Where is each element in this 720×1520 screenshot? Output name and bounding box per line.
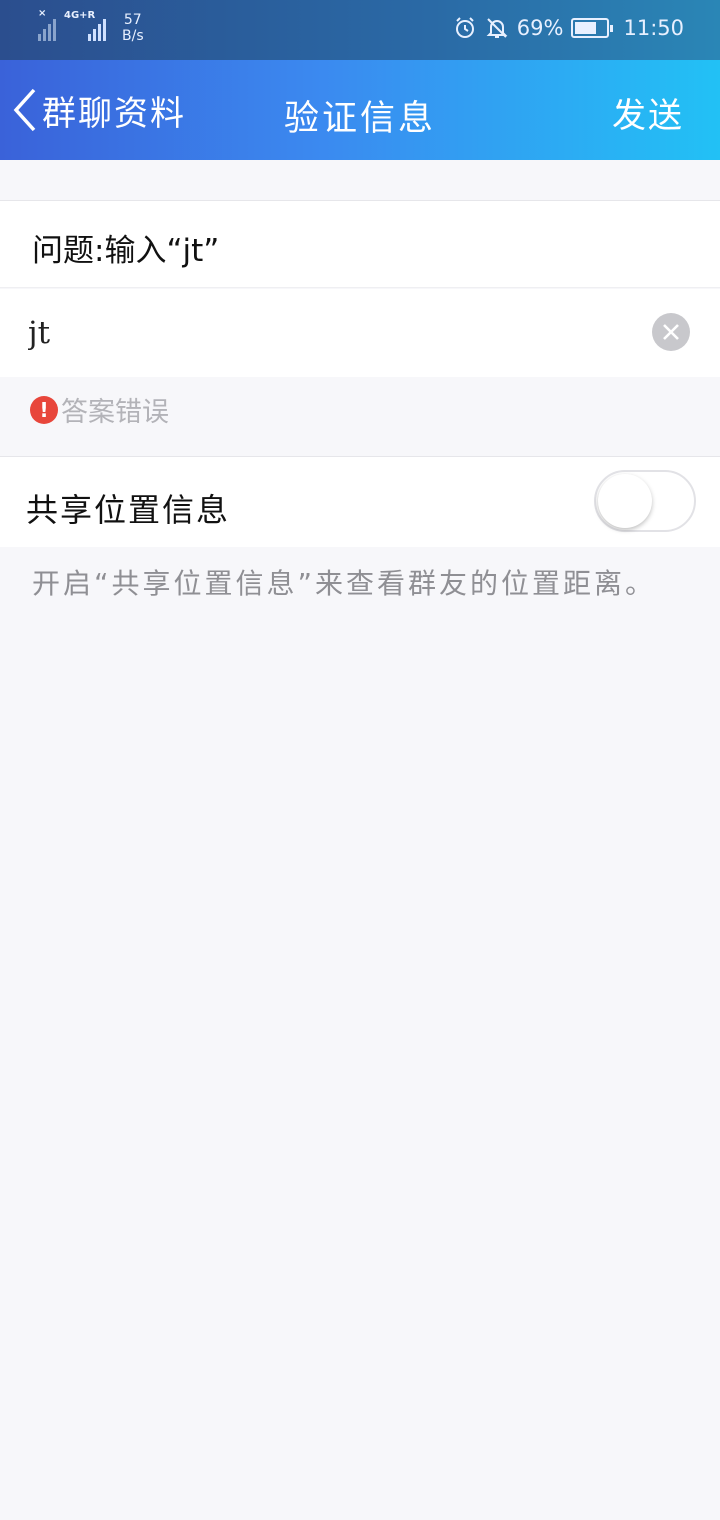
sim2-signal-icon: 4G+R: [64, 11, 106, 41]
answer-row: [0, 289, 720, 377]
status-right: 69% 11:50: [453, 16, 684, 40]
error-text: 答案错误: [61, 397, 169, 428]
question-text: 问题:输入“jt”: [32, 233, 220, 269]
alarm-icon: [455, 17, 474, 38]
close-icon: [663, 324, 679, 340]
share-location-toggle[interactable]: [594, 470, 696, 532]
share-location-label: 共享位置信息: [26, 491, 231, 529]
navigation-bar: 群聊资料 验证信息 发送: [0, 60, 720, 160]
network-speed: 57 B/s: [122, 12, 144, 44]
error-icon: !: [30, 395, 58, 424]
error-message: ! 答案错误: [30, 390, 169, 429]
answer-input[interactable]: [28, 307, 628, 359]
sim1-signal-icon: ×: [38, 9, 56, 41]
status-bar: × 4G+R 57 B/s 69% 11:50: [0, 0, 720, 60]
status-left: × 4G+R 57 B/s: [38, 9, 144, 44]
battery-icon: [571, 18, 614, 38]
send-button[interactable]: 发送: [612, 88, 684, 137]
clear-input-button[interactable]: [652, 313, 690, 351]
question-row: 问题:输入“jt”: [0, 200, 720, 288]
bell-muted-icon: [486, 18, 508, 38]
share-location-hint: 开启“共享位置信息”来查看群友的位置距离。: [32, 567, 657, 600]
clock: 11:50: [623, 16, 684, 40]
battery-percent: 69%: [516, 16, 564, 40]
toggle-knob: [598, 474, 652, 528]
